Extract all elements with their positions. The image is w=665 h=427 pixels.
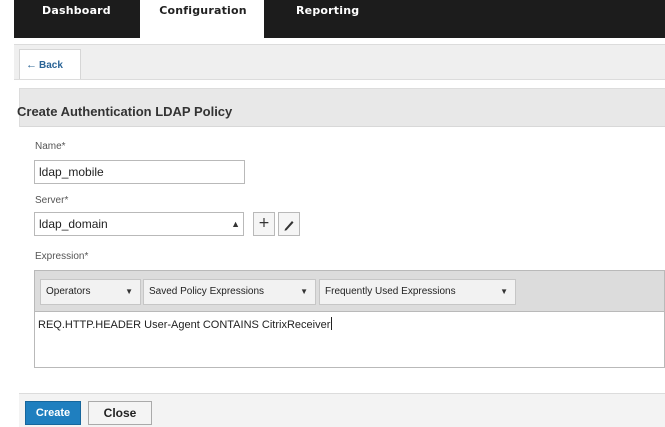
operators-dropdown[interactable]: Operators ▼ — [40, 279, 141, 305]
frequently-used-expressions-dropdown[interactable]: Frequently Used Expressions ▼ — [319, 279, 516, 305]
expression-text[interactable]: REQ.HTTP.HEADER User-Agent CONTAINS Citr… — [38, 317, 333, 331]
create-button[interactable]: Create — [25, 401, 81, 425]
frequently-used-expressions-label: Frequently Used Expressions — [325, 286, 456, 297]
server-label: Server* — [35, 195, 69, 206]
top-nav-bar: Dashboard Configuration Reporting — [14, 0, 665, 39]
back-button[interactable]: ← Back — [19, 49, 81, 79]
select-arrows-icon: ▲ — [231, 219, 240, 229]
tab-reporting[interactable]: Reporting — [296, 0, 359, 24]
plus-icon: + — [258, 215, 270, 231]
expression-value: REQ.HTTP.HEADER User-Agent CONTAINS Citr… — [38, 319, 331, 331]
name-label: Name* — [35, 141, 66, 152]
chevron-down-icon: ▼ — [125, 287, 133, 296]
tab-dashboard[interactable]: Dashboard — [42, 0, 111, 24]
expression-label: Expression* — [35, 251, 89, 262]
close-button[interactable]: Close — [88, 401, 152, 425]
saved-policy-expressions-dropdown[interactable]: Saved Policy Expressions ▼ — [143, 279, 316, 305]
tab-configuration[interactable]: Configuration — [140, 0, 264, 39]
pencil-icon — [284, 221, 294, 231]
arrow-left-icon: ← — [26, 59, 37, 71]
operators-dropdown-label: Operators — [46, 286, 91, 297]
server-select[interactable]: ldap_domain ▲ — [34, 212, 244, 236]
edit-server-button[interactable] — [278, 212, 300, 236]
text-cursor — [331, 317, 333, 330]
chevron-down-icon: ▼ — [500, 287, 508, 296]
name-input[interactable]: ldap_mobile — [34, 160, 245, 184]
page-title: Create Authentication LDAP Policy — [17, 104, 233, 119]
back-label: Back — [39, 60, 63, 71]
saved-policy-expressions-label: Saved Policy Expressions — [149, 286, 265, 297]
back-bar — [14, 44, 665, 80]
server-select-value: ldap_domain — [39, 217, 108, 231]
add-server-button[interactable]: + — [253, 212, 275, 236]
chevron-down-icon: ▼ — [300, 287, 308, 296]
